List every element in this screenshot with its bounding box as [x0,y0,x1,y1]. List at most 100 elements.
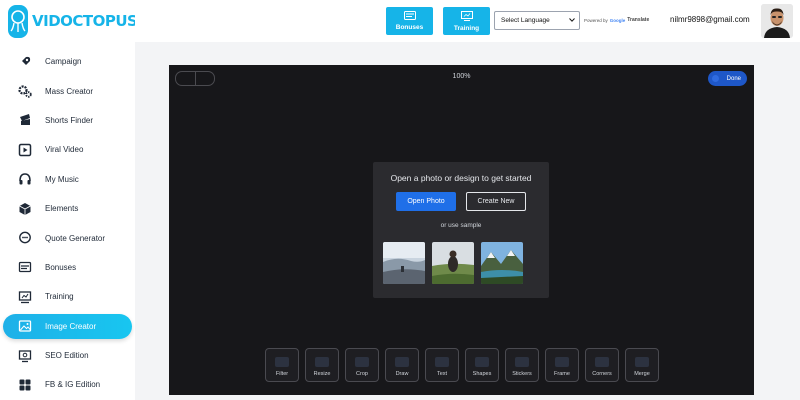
gears-icon [17,83,33,99]
tool-text[interactable]: Text [425,348,459,382]
sidebar-item-label: SEO Edition [45,351,89,361]
create-new-button[interactable]: Create New [466,192,526,211]
tool-frame[interactable]: Frame [545,348,579,382]
tool-stickers[interactable]: Stickers [505,348,539,382]
sidebar-item-label: Campaign [45,57,82,67]
rocket-icon [17,54,33,70]
filter-icon [275,357,289,367]
create-new-label: Create New [477,198,515,205]
headphones-icon [17,171,33,187]
tool-label: Stickers [512,371,532,377]
stickers-icon [515,357,529,367]
sidebar-item-elements[interactable]: Elements [0,194,135,223]
top-bar: Bonuses Training Select Language Powered… [135,0,800,42]
octopus-logo-icon [8,4,28,38]
sidebar-item-bonuses[interactable]: Bonuses [0,253,135,282]
quote-chat-icon [17,230,33,246]
sidebar-item-label: Elements [45,204,79,214]
open-photo-dialog: Open a photo or design to get started Op… [373,162,549,298]
tool-label: Crop [356,371,368,377]
sidebar-item-fb-ig-edition[interactable]: FB & IG Edition [0,370,135,399]
seo-icon [17,348,33,364]
zoom-level: 100% [452,73,471,80]
image-editor: 100% Done Open a photo or design to get … [169,65,754,395]
tool-shapes[interactable]: Shapes [465,348,499,382]
logo-wordmark: VIDOCTOPUSAI [32,12,145,30]
language-select[interactable]: Select Language [494,11,580,30]
sample-image-3[interactable] [481,242,523,284]
sidebar-item-label: Quote Generator [45,233,106,243]
sidebar: VIDOCTOPUSAI Campaign Mass Creator Short… [0,0,145,400]
shapes-icon [475,357,489,367]
tool-label: Frame [554,371,570,377]
shorts-icon [17,112,33,128]
sidebar-item-quote-generator[interactable]: Quote Generator [0,223,135,252]
tool-merge[interactable]: Merge [625,348,659,382]
merge-icon [635,357,649,367]
tool-label: Text [436,371,448,377]
sidebar-item-image-creator[interactable]: Image Creator [0,312,135,341]
sidebar-item-my-music[interactable]: My Music [0,165,135,194]
sidebar-item-label: Image Creator [45,321,97,331]
open-photo-label: Open Photo [407,198,445,205]
social-icon [17,377,33,393]
tool-crop[interactable]: Crop [345,348,379,382]
translate-text: Translate [627,17,650,23]
tool-label: Shapes [472,371,492,377]
tool-label: Filter [275,371,289,377]
tool-draw[interactable]: Draw [385,348,419,382]
tool-corners[interactable]: Corners [585,348,619,382]
training-screen-icon [460,10,473,23]
powered-by-google-translate[interactable]: Powered by Google Translate [584,17,649,23]
app-logo[interactable]: VIDOCTOPUSAI [8,4,145,38]
bonuses-button-label: Bonuses [395,24,424,31]
tool-label: Draw [395,371,409,377]
powered-by-text: Powered by [584,17,608,23]
sidebar-item-label: FB & IG Edition [45,380,101,390]
sidebar-item-campaign[interactable]: Campaign [0,47,135,76]
tool-label: Corners [592,371,612,377]
sidebar-item-label: Mass Creator [45,86,94,96]
play-icon [17,142,33,158]
training-button-label: Training [453,24,480,32]
sample-image-2[interactable] [432,242,474,284]
bonuses-button[interactable]: Bonuses [386,7,433,35]
sidebar-item-training[interactable]: Training [0,282,135,311]
image-icon [17,318,33,334]
sidebar-item-label: Training [45,292,74,302]
done-button[interactable]: Done [708,71,747,86]
sample-image-1[interactable] [383,242,425,284]
sidebar-item-shorts-finder[interactable]: Shorts Finder [0,106,135,135]
tool-label: Resize [313,371,331,377]
chevron-down-icon [569,17,575,24]
avatar[interactable] [761,4,793,38]
sidebar-item-label: My Music [45,174,79,184]
bonuses-icon [17,259,33,275]
sidebar-item-seo-edition[interactable]: SEO Edition [0,341,135,370]
gift-icon [403,11,416,22]
resize-icon [315,357,329,367]
done-button-label: Done [726,75,741,82]
crop-icon [355,357,369,367]
training-icon [17,289,33,305]
tool-label: Merge [634,371,650,377]
frame-icon [555,357,569,367]
draw-icon [395,357,409,367]
corners-icon [595,357,609,367]
text-icon [435,357,449,367]
sidebar-item-label: Bonuses [45,262,77,272]
sidebar-item-viral-video[interactable]: Viral Video [0,135,135,164]
sidebar-item-label: Viral Video [45,145,84,155]
sidebar-item-mass-creator[interactable]: Mass Creator [0,76,135,105]
sidebar-nav: Campaign Mass Creator Shorts Finder Vira… [0,47,135,400]
sample-label: or use sample [440,222,482,229]
tool-resize[interactable]: Resize [305,348,339,382]
open-photo-button[interactable]: Open Photo [396,192,456,211]
tool-filter[interactable]: Filter [265,348,299,382]
cube-icon [17,201,33,217]
training-button[interactable]: Training [443,7,490,35]
user-email: nilmr9898@gmail.com [670,15,750,24]
editor-toolbar: Filter Resize Crop Draw Text Shapes Stic… [265,348,659,382]
dialog-title: Open a photo or design to get started [390,173,532,183]
sidebar-item-label: Shorts Finder [45,115,94,125]
